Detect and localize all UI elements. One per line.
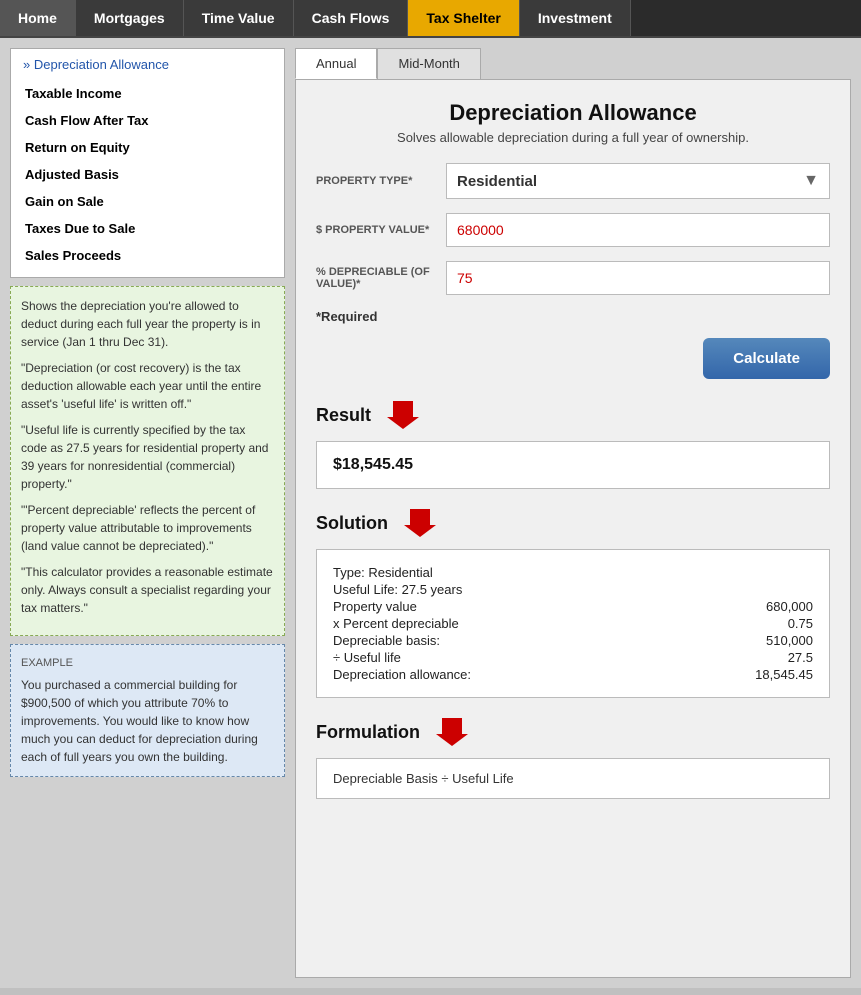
card-title: Depreciation Allowance: [316, 100, 830, 126]
nav-tab-taxshelter[interactable]: Tax Shelter: [408, 0, 519, 36]
formulation-title-row: Formulation: [316, 714, 830, 750]
sol-value-2: 680,000: [723, 599, 813, 614]
sol-value-1: [723, 582, 813, 597]
content-area: Annual Mid-Month Depreciation Allowance …: [295, 48, 851, 978]
calculate-button[interactable]: Calculate: [703, 338, 830, 379]
solution-row-0: Type: Residential: [333, 564, 813, 581]
solution-box: Type: Residential Useful Life: 27.5 year…: [316, 549, 830, 698]
solution-row-3: x Percent depreciable 0.75: [333, 615, 813, 632]
sidebar-info-p4: "'Percent depreciable' reflects the perc…: [21, 501, 274, 555]
solution-title-row: Solution: [316, 505, 830, 541]
sol-label-0: Type: Residential: [333, 565, 723, 580]
required-note: *Required: [316, 309, 830, 324]
main-card: Depreciation Allowance Solves allowable …: [295, 79, 851, 978]
result-title: Result: [316, 405, 371, 426]
result-title-row: Result: [316, 397, 830, 433]
sidebar-info-p1: Shows the depreciation you're allowed to…: [21, 297, 274, 351]
formulation-title: Formulation: [316, 722, 420, 743]
card-subtitle: Solves allowable depreciation during a f…: [316, 130, 830, 145]
nav-bar: Home Mortgages Time Value Cash Flows Tax…: [0, 0, 861, 38]
depreciable-control: [446, 261, 830, 295]
sol-label-6: Depreciation allowance:: [333, 667, 723, 682]
result-arrow-icon: [387, 397, 419, 433]
sidebar-menu: » Depreciation Allowance Taxable Income …: [10, 48, 285, 278]
nav-tab-cashflows[interactable]: Cash Flows: [294, 0, 409, 36]
property-type-label: PROPERTY TYPE*: [316, 175, 446, 187]
solution-row-6: Depreciation allowance: 18,545.45: [333, 666, 813, 683]
property-value-control: [446, 213, 830, 247]
sidebar-item-sales-proceeds[interactable]: Sales Proceeds: [23, 242, 272, 269]
formulation-arrow-icon: [436, 714, 468, 750]
sidebar-item-return-equity[interactable]: Return on Equity: [23, 134, 272, 161]
property-value-row: $ PROPERTY VALUE*: [316, 213, 830, 247]
tab-bar: Annual Mid-Month: [295, 48, 851, 79]
sidebar: » Depreciation Allowance Taxable Income …: [10, 48, 285, 978]
sol-value-6: 18,545.45: [723, 667, 813, 682]
nav-tab-home[interactable]: Home: [0, 0, 76, 36]
chevron-down-icon: ▼: [803, 172, 819, 190]
property-value-label: $ PROPERTY VALUE*: [316, 224, 446, 236]
sol-label-4: Depreciable basis:: [333, 633, 723, 648]
nav-tab-timevalue[interactable]: Time Value: [184, 0, 294, 36]
property-type-row: PROPERTY TYPE* Residential ▼: [316, 163, 830, 199]
sidebar-item-cash-flow[interactable]: Cash Flow After Tax: [23, 107, 272, 134]
property-value-input[interactable]: [446, 213, 830, 247]
sol-label-5: ÷ Useful life: [333, 650, 723, 665]
sol-value-0: [723, 565, 813, 580]
property-type-control: Residential ▼: [446, 163, 830, 199]
sidebar-info: Shows the depreciation you're allowed to…: [10, 286, 285, 636]
nav-tab-investment[interactable]: Investment: [520, 0, 631, 36]
depreciable-input[interactable]: [446, 261, 830, 295]
main-layout: » Depreciation Allowance Taxable Income …: [0, 38, 861, 988]
calculate-btn-row: Calculate: [316, 338, 830, 379]
sidebar-menu-header: » Depreciation Allowance: [23, 57, 272, 72]
result-box: $18,545.45: [316, 441, 830, 489]
solution-arrow-icon: [404, 505, 436, 541]
property-type-dropdown[interactable]: Residential ▼: [446, 163, 830, 199]
sol-value-4: 510,000: [723, 633, 813, 648]
sidebar-info-p3: "Useful life is currently specified by t…: [21, 421, 274, 493]
solution-row-1: Useful Life: 27.5 years: [333, 581, 813, 598]
sidebar-item-adjusted-basis[interactable]: Adjusted Basis: [23, 161, 272, 188]
property-type-value: Residential: [457, 173, 537, 190]
sol-label-2: Property value: [333, 599, 723, 614]
tab-annual[interactable]: Annual: [295, 48, 377, 79]
sidebar-item-taxes-sale[interactable]: Taxes Due to Sale: [23, 215, 272, 242]
example-text: You purchased a commercial building for …: [21, 676, 274, 766]
solution-row-4: Depreciable basis: 510,000: [333, 632, 813, 649]
sidebar-example: EXAMPLE You purchased a commercial build…: [10, 644, 285, 777]
solution-row-2: Property value 680,000: [333, 598, 813, 615]
depreciable-label: % DEPRECIABLE (OF VALUE)*: [316, 266, 446, 290]
sidebar-item-taxable-income[interactable]: Taxable Income: [23, 80, 272, 107]
sol-value-5: 27.5: [723, 650, 813, 665]
example-title: EXAMPLE: [21, 655, 274, 672]
solution-title: Solution: [316, 513, 388, 534]
depreciable-row: % DEPRECIABLE (OF VALUE)*: [316, 261, 830, 295]
sol-label-3: x Percent depreciable: [333, 616, 723, 631]
sidebar-info-p2: "Depreciation (or cost recovery) is the …: [21, 359, 274, 413]
sidebar-info-p5: "This calculator provides a reasonable e…: [21, 563, 274, 617]
sidebar-item-gain-sale[interactable]: Gain on Sale: [23, 188, 272, 215]
nav-tab-mortgages[interactable]: Mortgages: [76, 0, 184, 36]
formulation-box: Depreciable Basis ÷ Useful Life: [316, 758, 830, 799]
solution-row-5: ÷ Useful life 27.5: [333, 649, 813, 666]
sol-value-3: 0.75: [723, 616, 813, 631]
tab-midmonth[interactable]: Mid-Month: [377, 48, 480, 79]
sol-label-1: Useful Life: 27.5 years: [333, 582, 723, 597]
